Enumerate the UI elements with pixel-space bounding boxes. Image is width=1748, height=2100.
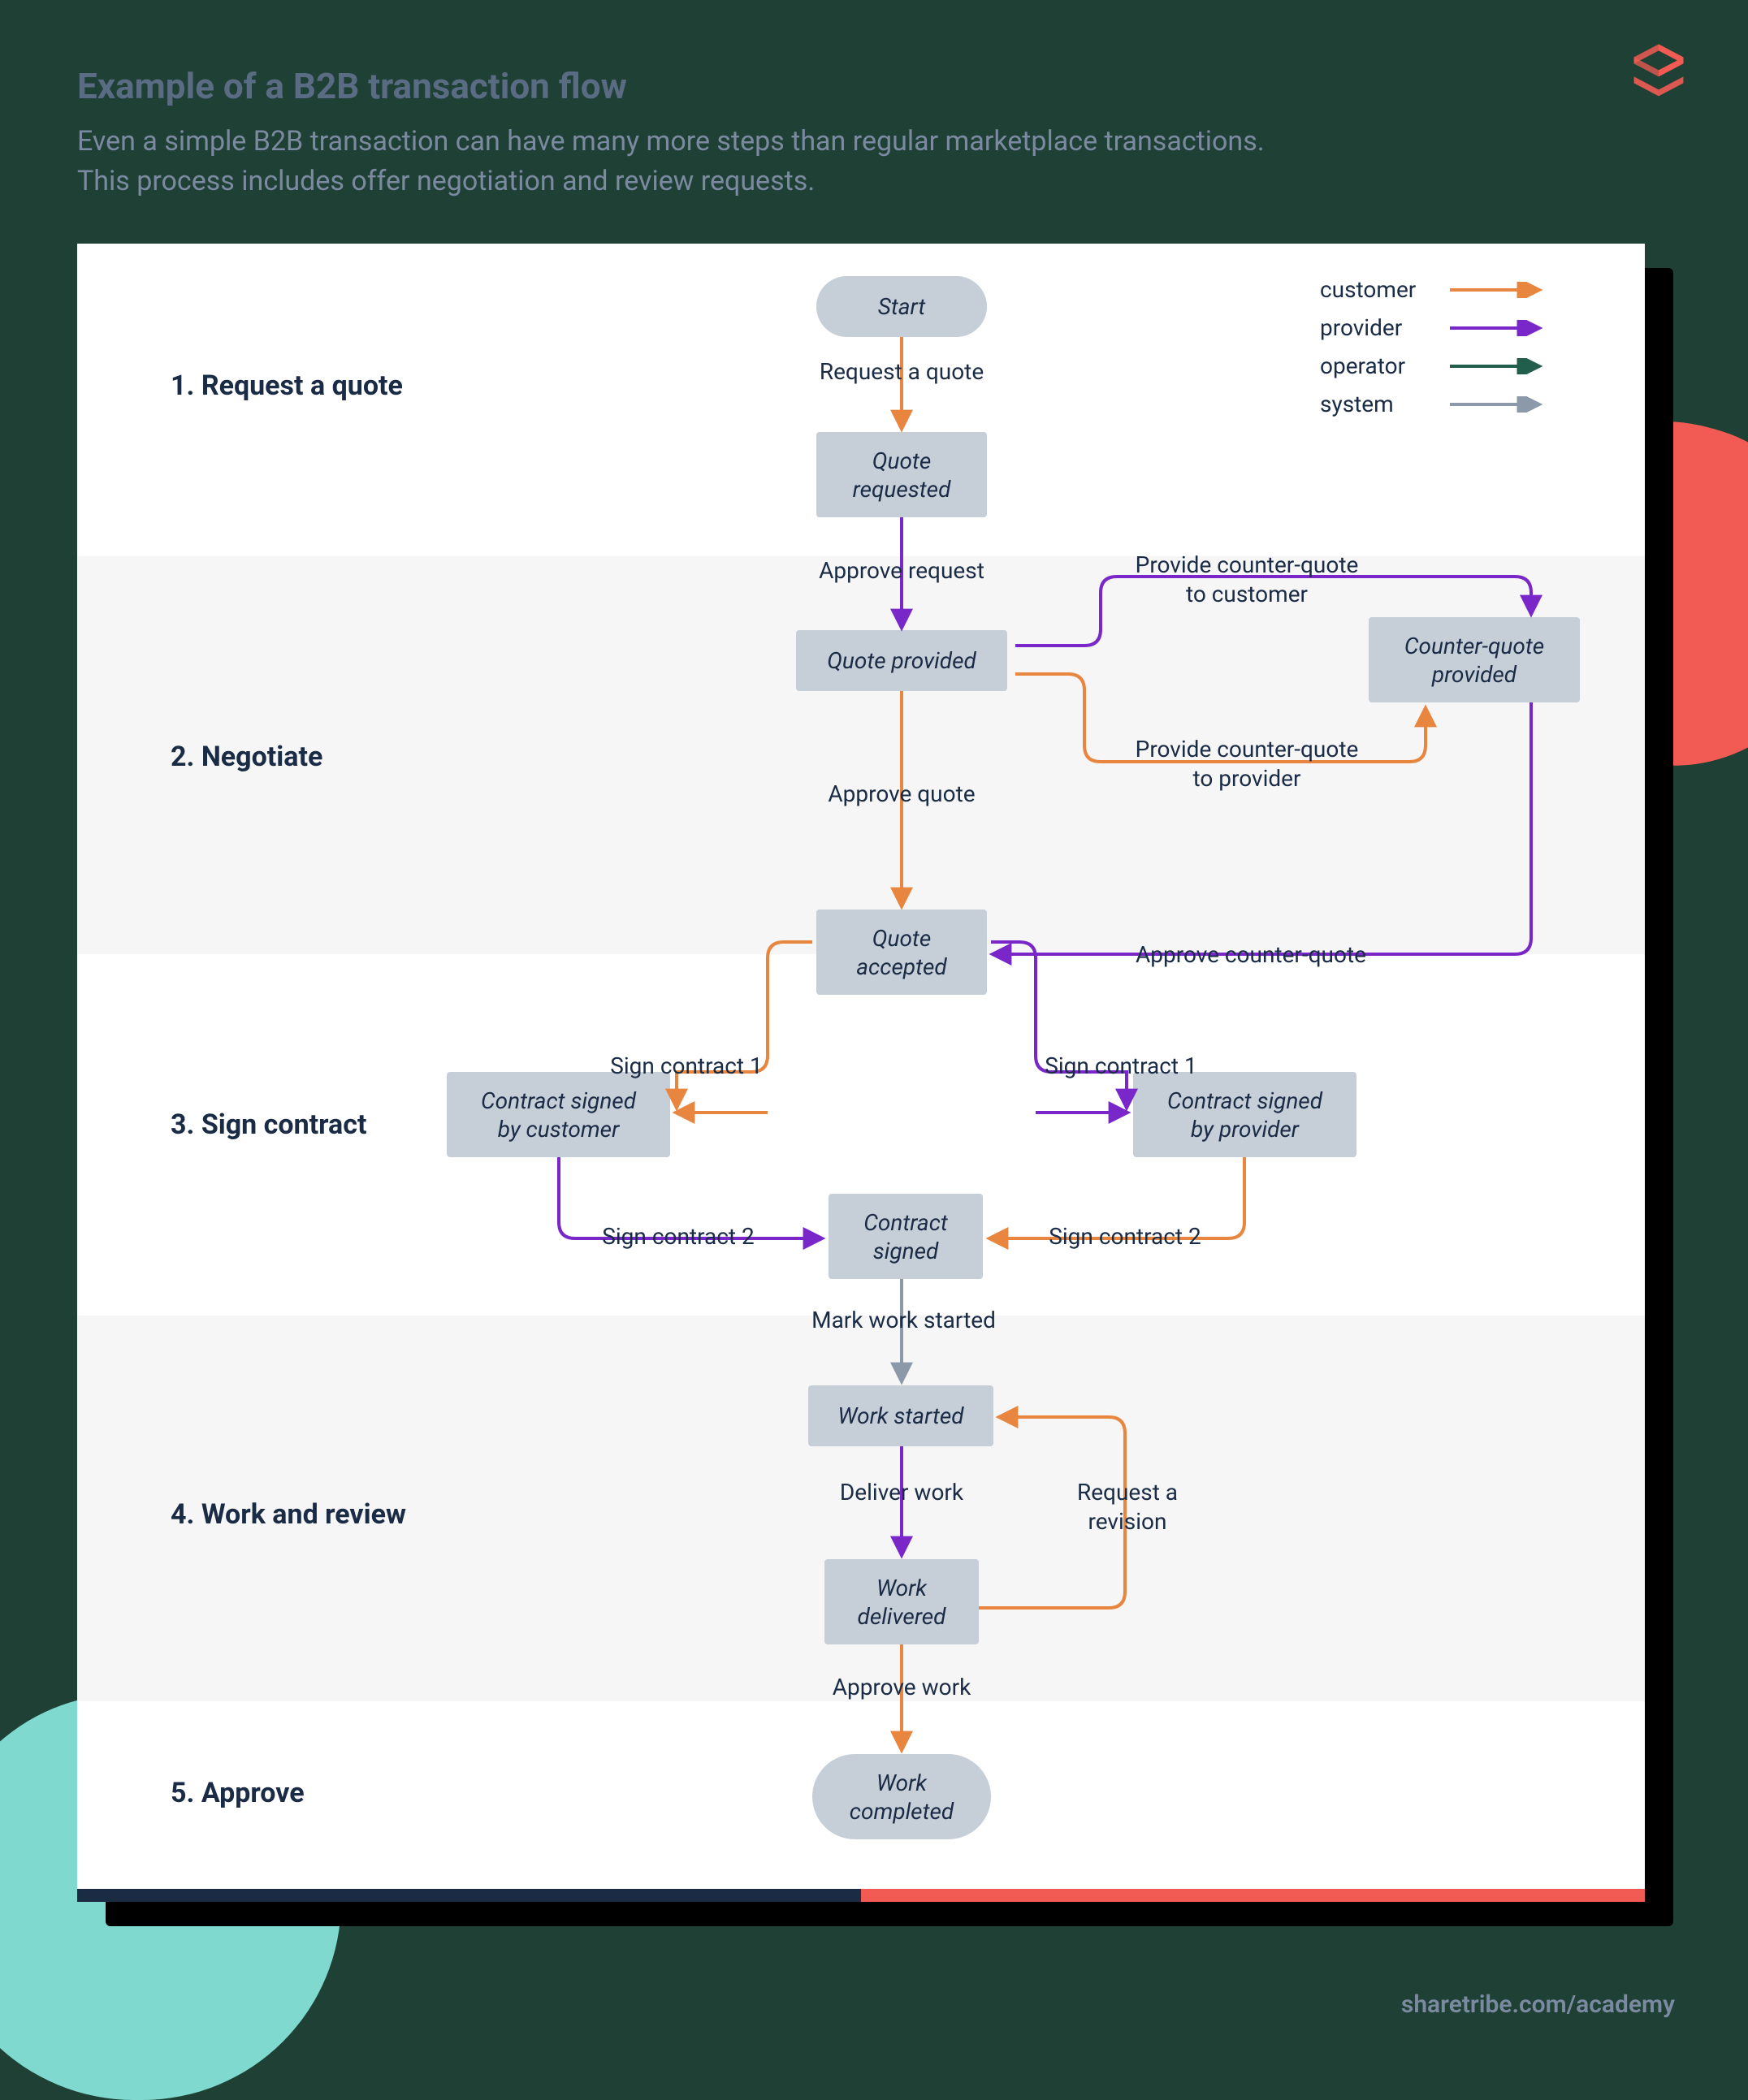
label-sign-contract-1-left: Sign contract 1 — [597, 1052, 776, 1081]
footer-link: sharetribe.com/academy — [1401, 1990, 1675, 2019]
label-request-quote: Request a quote — [812, 357, 991, 387]
label-approve-request: Approve request — [808, 556, 995, 585]
header: Example of a B2B transaction flow Even a… — [77, 65, 1602, 202]
diagram-stage: 1. Request a quote 2. Negotiate 3. Sign … — [77, 244, 1645, 1892]
connectors — [77, 244, 1645, 1892]
label-sign-contract-2-right: Sign contract 2 — [1036, 1222, 1214, 1251]
sharetribe-logo-icon — [1626, 39, 1691, 104]
brand-logo — [1626, 39, 1691, 110]
label-provide-cq-customer: Provide counter-quote to customer — [1125, 551, 1369, 610]
label-mark-work-started: Mark work started — [804, 1306, 1003, 1335]
diagram-card: 1. Request a quote 2. Negotiate 3. Sign … — [77, 244, 1645, 1902]
label-approve-counter-quote: Approve counter-quote — [1113, 940, 1389, 970]
label-approve-quote: Approve quote — [796, 780, 1007, 809]
page-subtitle: Even a simple B2B transaction can have m… — [77, 122, 1602, 202]
label-deliver-work: Deliver work — [812, 1478, 991, 1507]
label-request-revision: Request a revision — [1050, 1478, 1205, 1537]
label-provide-cq-provider: Provide counter-quote to provider — [1125, 735, 1369, 794]
label-approve-work: Approve work — [808, 1673, 995, 1702]
card-bottom-bar — [77, 1889, 1645, 1902]
page-title: Example of a B2B transaction flow — [77, 65, 1602, 107]
label-sign-contract-2-left: Sign contract 2 — [589, 1222, 768, 1251]
label-sign-contract-1-right: Sign contract 1 — [1032, 1052, 1210, 1081]
